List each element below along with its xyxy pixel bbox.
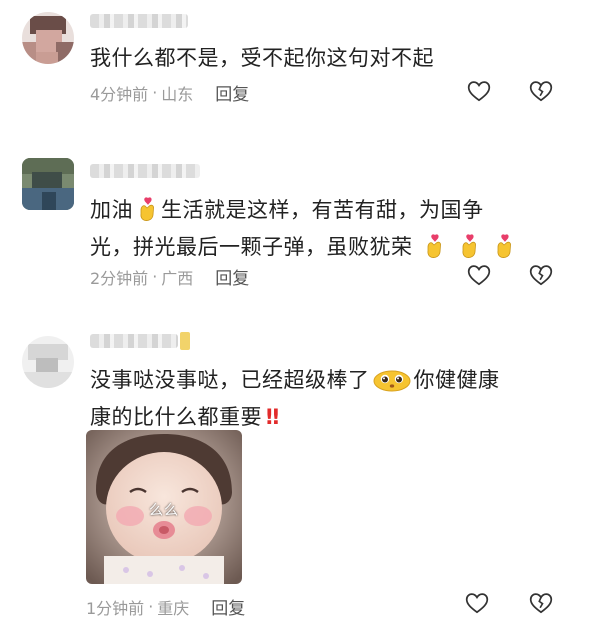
pleading-face-emoji xyxy=(373,370,410,392)
finger-heart-emoji xyxy=(140,197,154,221)
comment-text-segment: 你健健康 xyxy=(413,368,500,392)
comment-text-segment: 加油 xyxy=(90,198,133,222)
reply-button[interactable]: 回复 xyxy=(211,594,245,619)
comment-text: 我什么都不是，受不起你这句对不起 xyxy=(90,46,434,70)
finger-heart-emoji xyxy=(462,234,476,258)
separator-dot: · xyxy=(152,83,158,102)
finger-heart-emoji xyxy=(497,234,512,258)
comment-text-segment: 光，拼光最后一颗子弹，虽败犹荣 xyxy=(90,235,413,259)
avatar[interactable] xyxy=(22,158,74,210)
broken-heart-icon[interactable] xyxy=(528,590,554,616)
comment-text-segment: 没事哒没事哒，已经超级棒了 xyxy=(90,368,370,392)
attached-photo[interactable]: 么么 xyxy=(86,430,242,584)
location: 山东 xyxy=(161,84,194,104)
comment-2: 加油 生活就是这样，有苦有甜，为国争 光，拼光最后一颗子弹，虽败犹荣 2分钟前 … xyxy=(0,150,600,300)
comment-text: 加油 生活就是这样，有苦有甜，为国争 光，拼光最后一颗子弹，虽败犹荣 xyxy=(90,192,560,266)
comment-text: 没事哒没事哒，已经超级棒了 你健健康 康的比什么都重要 ‼ xyxy=(90,362,560,436)
heart-outline-icon[interactable] xyxy=(466,262,492,288)
avatar[interactable] xyxy=(22,12,74,64)
comment-text-segment: 康的比什么都重要 xyxy=(90,405,262,429)
heart-outline-icon[interactable] xyxy=(464,590,490,616)
comment-meta: 4分钟前 · 山东 回复 xyxy=(90,80,249,105)
comment-3: 没事哒没事哒，已经超级棒了 你健健康 康的比什么都重要 ‼ 么么 1分钟前 · … xyxy=(0,322,600,638)
reply-button[interactable]: 回复 xyxy=(215,264,249,289)
username-blurred[interactable] xyxy=(90,334,178,348)
location: 重庆 xyxy=(157,598,190,618)
timestamp: 4分钟前 xyxy=(90,84,149,104)
separator-dot: · xyxy=(148,597,154,616)
avatar[interactable] xyxy=(22,336,74,388)
username-blurred[interactable] xyxy=(90,164,200,178)
timestamp: 1分钟前 xyxy=(86,598,145,618)
reply-button[interactable]: 回复 xyxy=(215,80,249,105)
username-blurred[interactable] xyxy=(90,14,188,28)
comment-meta: 2分钟前 · 广西 回复 xyxy=(90,264,249,289)
broken-heart-icon[interactable] xyxy=(528,78,554,104)
comment-meta: 1分钟前 · 重庆 回复 xyxy=(86,594,245,619)
comment-1: 我什么都不是，受不起你这句对不起 4分钟前 · 山东 回复 xyxy=(0,0,600,120)
finger-heart-emoji xyxy=(427,234,441,258)
comment-text-segment: 生活就是这样，有苦有甜，为国争 xyxy=(161,198,484,222)
broken-heart-icon[interactable] xyxy=(528,262,554,288)
photo-caption: 么么 xyxy=(149,503,179,519)
separator-dot: · xyxy=(152,267,158,286)
heart-outline-icon[interactable] xyxy=(466,78,492,104)
timestamp: 2分钟前 xyxy=(90,268,149,288)
double-exclamation-emoji: ‼ xyxy=(266,405,280,429)
name-badge xyxy=(180,332,190,350)
location: 广西 xyxy=(161,268,194,288)
